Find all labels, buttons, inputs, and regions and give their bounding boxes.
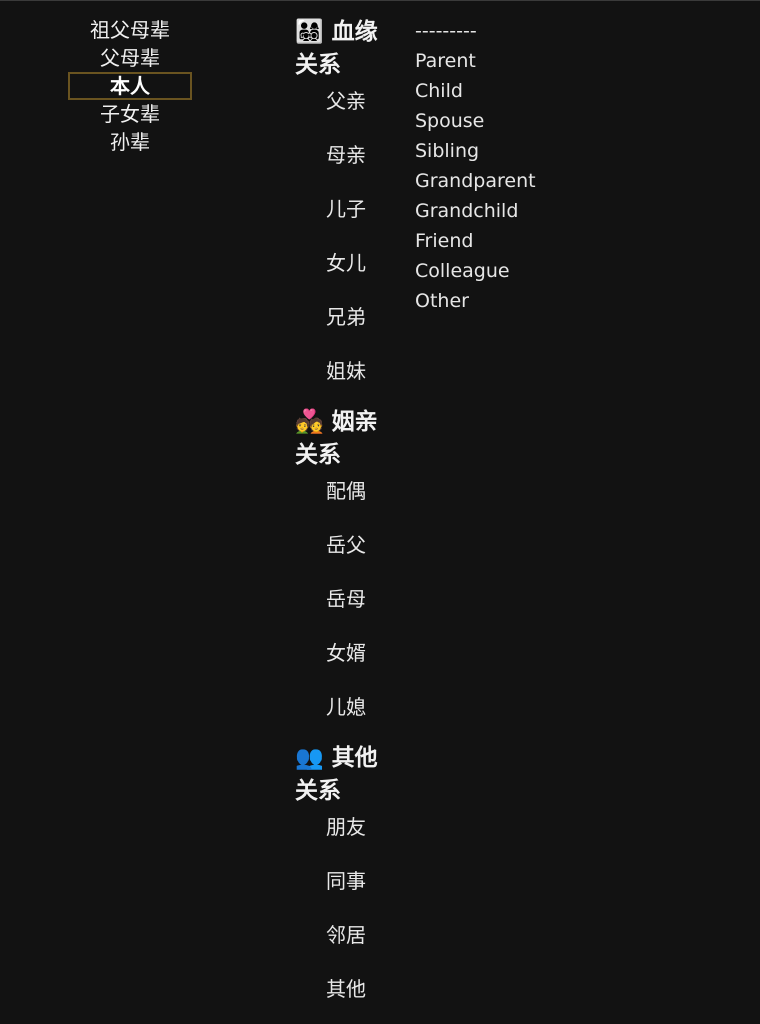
- couple-icon: 💑: [295, 409, 324, 435]
- rel-item[interactable]: 母亲: [295, 136, 395, 190]
- option-spouse[interactable]: Spouse: [415, 106, 536, 136]
- option-grandparent[interactable]: Grandparent: [415, 166, 536, 196]
- generation-item-parents[interactable]: 父母辈: [68, 44, 192, 72]
- group-title-other: 👥 其他关系: [295, 742, 387, 808]
- generation-item-grandparents[interactable]: 祖父母辈: [68, 16, 192, 44]
- rel-item[interactable]: 女婿: [295, 634, 395, 688]
- rel-item[interactable]: 朋友: [295, 808, 395, 862]
- relationship-options-list: --------- Parent Child Spouse Sibling Gr…: [415, 16, 536, 316]
- group-inlaw: 💑 姻亲关系 配偶 岳父 岳母 女婿 儿媳: [295, 406, 395, 742]
- rel-item[interactable]: 配偶: [295, 472, 395, 526]
- option-grandchild[interactable]: Grandchild: [415, 196, 536, 226]
- generation-item-children[interactable]: 子女辈: [68, 100, 192, 128]
- people-icon: 👥: [295, 745, 324, 771]
- generation-item-grandchildren[interactable]: 孙辈: [68, 128, 192, 156]
- option-colleague[interactable]: Colleague: [415, 256, 536, 286]
- group-title-inlaw: 💑 姻亲关系: [295, 406, 387, 472]
- option-sibling[interactable]: Sibling: [415, 136, 536, 166]
- group-title-blood: 👨‍👩‍👧‍👦 血缘关系: [295, 16, 387, 82]
- group-other: 👥 其他关系 朋友 同事 邻居 其他: [295, 742, 395, 1024]
- family-icon: 👨‍👩‍👧‍👦: [295, 19, 324, 45]
- relationship-groups: 👨‍👩‍👧‍👦 血缘关系 父亲 母亲 儿子 女儿 兄弟 姐妹 💑 姻亲关系 配偶…: [295, 16, 395, 1024]
- rel-item[interactable]: 岳母: [295, 580, 395, 634]
- group-blood: 👨‍👩‍👧‍👦 血缘关系 父亲 母亲 儿子 女儿 兄弟 姐妹: [295, 16, 395, 406]
- rel-item[interactable]: 女儿: [295, 244, 395, 298]
- rel-item[interactable]: 父亲: [295, 82, 395, 136]
- option-parent[interactable]: Parent: [415, 46, 536, 76]
- top-divider: [0, 0, 760, 1]
- rel-item[interactable]: 儿子: [295, 190, 395, 244]
- rel-item[interactable]: 姐妹: [295, 352, 395, 406]
- option-friend[interactable]: Friend: [415, 226, 536, 256]
- rel-item[interactable]: 岳父: [295, 526, 395, 580]
- rel-item[interactable]: 其他: [295, 970, 395, 1024]
- generation-list: 祖父母辈 父母辈 本人 子女辈 孙辈: [68, 16, 192, 156]
- rel-item[interactable]: 儿媳: [295, 688, 395, 742]
- rel-item[interactable]: 邻居: [295, 916, 395, 970]
- option-other[interactable]: Other: [415, 286, 536, 316]
- generation-item-self[interactable]: 本人: [68, 72, 192, 100]
- rel-item[interactable]: 兄弟: [295, 298, 395, 352]
- option-empty[interactable]: ---------: [415, 16, 536, 46]
- rel-item[interactable]: 同事: [295, 862, 395, 916]
- option-child[interactable]: Child: [415, 76, 536, 106]
